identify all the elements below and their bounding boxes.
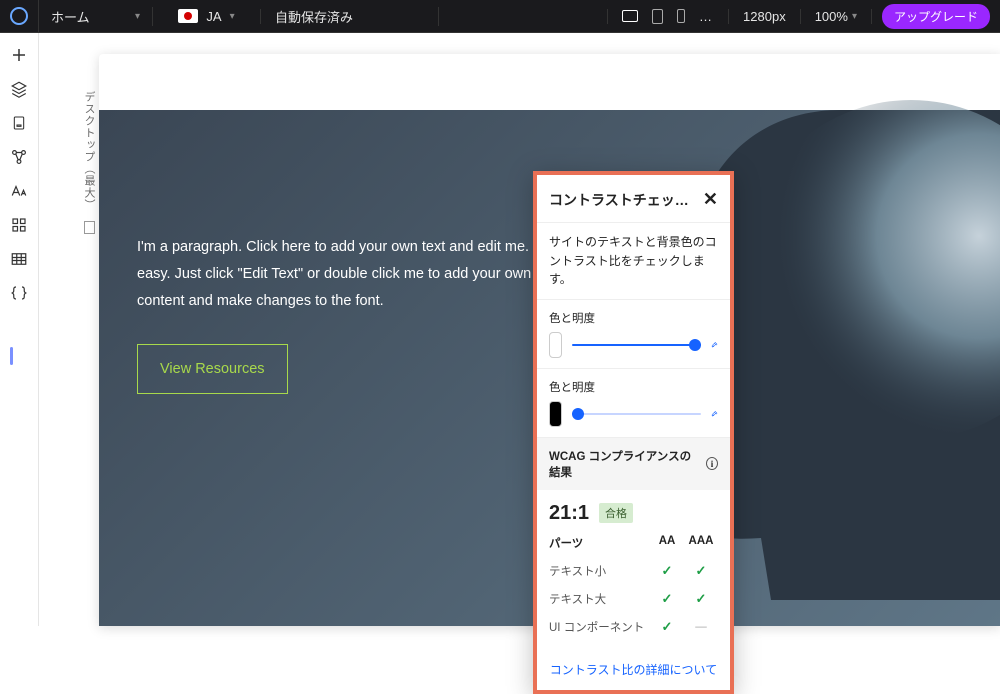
autosave-status: 自動保存済み [261,7,439,26]
phone-icon[interactable] [677,9,685,23]
row-aaa: — [684,621,718,633]
zoom-control[interactable]: 100% ▾ [801,9,872,24]
table-row: テキスト小 ✓ ✓ [549,557,718,585]
contrast-checker-panel: コントラストチェッ… ✕ サイトのテキストと背景色のコントラスト比をチェックしま… [533,171,734,694]
language-label: JA [206,9,221,24]
app-logo-icon[interactable] [0,0,39,33]
contrast-learn-more-link[interactable]: コントラスト比の詳細について [550,663,717,677]
contrast-panel-title: コントラストチェッ… [549,190,697,210]
row-label: テキスト大 [549,591,650,607]
view-resources-button[interactable]: View Resources [137,344,288,394]
row-aa: ✓ [650,591,684,607]
device-switcher: … [607,9,729,24]
foreground-brightness-slider[interactable] [572,337,701,353]
eyedropper-icon[interactable] [711,406,718,422]
tablet-icon[interactable] [652,9,663,24]
contrast-ratio: 21:1 [549,502,589,525]
page-section-marker[interactable] [10,347,13,365]
layers-icon[interactable] [9,79,29,99]
hero-paragraph[interactable]: I'm a paragraph. Click here to add your … [137,234,567,314]
device-label-vertical: デスクトップ（最大） [81,91,97,234]
upgrade-button[interactable]: アップグレード [882,4,990,29]
copy-icon[interactable] [84,221,95,234]
table-row: UI コンポーネント ✓ — [549,613,718,641]
language-selector[interactable]: JA ▾ [153,9,261,24]
background-swatch[interactable] [549,401,562,427]
table-row: テキスト大 ✓ ✓ [549,585,718,613]
flag-japan-icon [178,9,198,23]
contrast-description: サイトのテキストと背景色のコントラスト比をチェックします。 [549,233,718,289]
close-icon[interactable]: ✕ [703,189,718,210]
compliance-table: パーツ AA AAA テキスト小 ✓ ✓ テキスト大 ✓ ✓ UI コンポーネン… [537,533,730,651]
page-icon[interactable] [9,113,29,133]
zoom-value: 100% [815,9,848,24]
editor-stage: デスクトップ（最大） I'm a paragraph. Click here t… [39,33,1000,626]
connections-icon[interactable] [9,147,29,167]
info-icon[interactable]: i [706,457,718,470]
code-braces-icon[interactable] [9,283,29,303]
typography-icon[interactable] [9,181,29,201]
row-label: UI コンポーネント [549,619,650,635]
color-brightness-label-2: 色と明度 [549,379,718,395]
table-header-aa: AA [650,535,684,551]
table-header-aaa: AAA [684,535,718,551]
left-toolbar [0,33,39,626]
chevron-down-icon: ▾ [135,11,140,22]
row-aaa: ✓ [684,591,718,607]
table-icon[interactable] [9,249,29,269]
foreground-swatch[interactable] [549,332,562,358]
eyedropper-icon[interactable] [711,337,718,353]
row-aaa: ✓ [684,563,718,579]
background-brightness-slider[interactable] [572,406,701,422]
home-label: ホーム [51,7,90,26]
canvas-width-display[interactable]: 1280px [729,9,801,24]
chevron-down-icon: ▾ [852,11,857,22]
row-aa: ✓ [650,619,684,635]
row-aa: ✓ [650,563,684,579]
pass-badge: 合格 [599,503,633,523]
top-bar: ホーム ▾ JA ▾ 自動保存済み … 1280px 100% ▾ アップグレー… [0,0,1000,33]
more-devices[interactable]: … [699,9,714,24]
row-label: テキスト小 [549,563,650,579]
table-header-parts: パーツ [549,535,650,551]
components-icon[interactable] [9,215,29,235]
home-dropdown[interactable]: ホーム ▾ [39,7,153,26]
chevron-down-icon: ▾ [230,11,235,22]
wcag-heading: WCAG コンプライアンスの結果 i [537,438,730,490]
desktop-icon[interactable] [622,10,638,22]
wcag-label: WCAG コンプライアンスの結果 [549,448,700,480]
add-icon[interactable] [9,45,29,65]
color-brightness-label-1: 色と明度 [549,310,718,326]
device-label-text: デスクトップ（最大） [83,91,95,211]
